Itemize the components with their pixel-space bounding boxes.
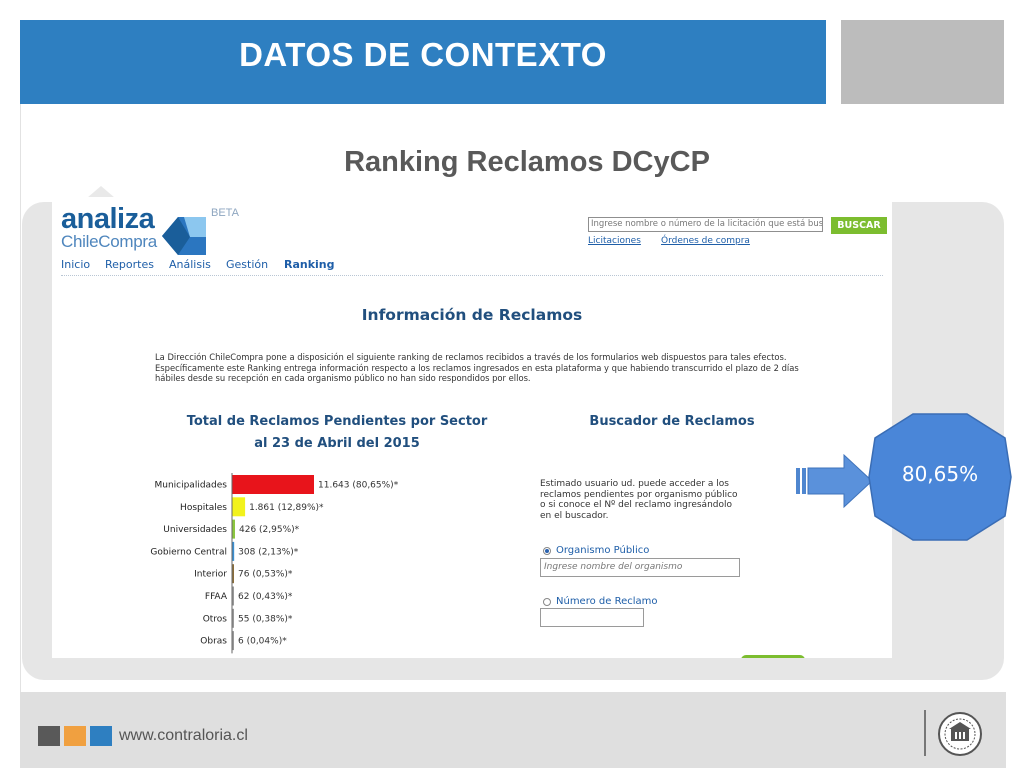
nav-divider bbox=[61, 275, 883, 276]
radio-selected-icon[interactable] bbox=[543, 546, 551, 555]
slide-left-rule bbox=[20, 104, 21, 692]
category-label: FFAA bbox=[205, 592, 228, 602]
bar-value-label: 11.643 (80,65%)* bbox=[318, 481, 399, 491]
search-description: Estimado usuario ud. puede acceder a los… bbox=[540, 479, 738, 521]
organismo-input[interactable]: Ingrese nombre del organismo bbox=[540, 558, 740, 577]
intro-paragraph: La Dirección ChileCompra pone a disposic… bbox=[155, 352, 799, 383]
bar-value-label: 308 (2,13%)* bbox=[238, 547, 299, 557]
chart-title-line1: Total de Reclamos Pendientes por Sector bbox=[186, 414, 488, 429]
category-label: Municipalidades bbox=[154, 481, 227, 491]
contraloria-seal-icon bbox=[938, 712, 982, 756]
radio-numero[interactable]: Número de Reclamo bbox=[543, 596, 658, 607]
logo-sub-text: ChileCompra bbox=[61, 232, 157, 251]
radio-unselected-icon[interactable] bbox=[543, 597, 551, 606]
bar-value-label: 55 (0,38%)* bbox=[238, 614, 293, 624]
analiza-logo[interactable]: analiza ChileCompra BETA bbox=[61, 203, 239, 255]
analiza-screenshot: analiza ChileCompra BETA Ingrese nombre … bbox=[52, 197, 892, 658]
bar-value-label: 6 (0,04%)* bbox=[238, 637, 287, 647]
category-label: Hospitales bbox=[180, 503, 227, 513]
callout-value: 80,65% bbox=[901, 462, 979, 486]
radio-organismo-label: Organismo Público bbox=[556, 545, 650, 556]
bar[interactable] bbox=[232, 475, 314, 494]
bar-value-label: 1.861 (12,89%)* bbox=[249, 503, 324, 513]
slide-title-bar: DATOS DE CONTEXTO bbox=[20, 20, 826, 104]
search-section-title: Buscador de Reclamos bbox=[589, 414, 755, 429]
footer-square-orange bbox=[64, 726, 86, 746]
nav-item-ranking[interactable]: Ranking bbox=[284, 258, 335, 271]
numero-reclamo-input[interactable] bbox=[540, 608, 644, 627]
bar[interactable] bbox=[232, 497, 246, 517]
slide-title: DATOS DE CONTEXTO bbox=[239, 36, 607, 73]
licitacion-search-input[interactable]: Ingrese nombre o número de la licitación… bbox=[588, 217, 823, 232]
page-title: Información de Reclamos bbox=[361, 306, 583, 324]
callout-arrow-icon bbox=[796, 453, 873, 509]
bar-value-label: 62 (0,43%)* bbox=[238, 592, 293, 602]
category-label: Interior bbox=[194, 570, 227, 580]
nav-item-gestion[interactable]: Gestión bbox=[226, 258, 268, 271]
slide-subtitle: Ranking Reclamos DCyCP bbox=[344, 146, 710, 178]
radio-organismo[interactable]: Organismo Público bbox=[543, 545, 649, 556]
ordenes-link[interactable]: Órdenes de compra bbox=[661, 236, 750, 246]
chart-title-line2: al 23 de Abril del 2015 bbox=[254, 436, 420, 451]
nav-item-analisis[interactable]: Análisis bbox=[169, 258, 211, 271]
title-side-block bbox=[841, 20, 1004, 104]
search-button[interactable]: BUSCAR bbox=[831, 217, 887, 234]
category-label: Gobierno Central bbox=[150, 547, 227, 557]
footer-square-blue bbox=[90, 726, 112, 746]
radio-numero-label: Número de Reclamo bbox=[556, 596, 658, 607]
logo-main-text: analiza bbox=[61, 203, 155, 235]
logo-mark-icon bbox=[162, 217, 206, 255]
bar-value-label: 76 (0,53%)* bbox=[238, 570, 293, 580]
footer-url[interactable]: www.contraloria.cl bbox=[119, 727, 248, 745]
category-label: Otros bbox=[203, 614, 228, 624]
footer-divider bbox=[924, 710, 926, 756]
licitaciones-link[interactable]: Licitaciones bbox=[588, 236, 641, 246]
category-label: Obras bbox=[200, 637, 227, 647]
bar-value-label: 426 (2,95%)* bbox=[239, 525, 300, 535]
green-button-top[interactable] bbox=[741, 655, 805, 658]
nav-item-inicio[interactable]: Inicio bbox=[61, 258, 90, 271]
category-label: Universidades bbox=[163, 525, 227, 535]
beta-badge: BETA bbox=[211, 207, 239, 219]
nav-item-reportes[interactable]: Reportes bbox=[105, 258, 154, 271]
footer-square-gray bbox=[38, 726, 60, 746]
sector-bar-chart: Municipalidades 11.643 (80,65%)* Hospitale… bbox=[150, 473, 399, 654]
